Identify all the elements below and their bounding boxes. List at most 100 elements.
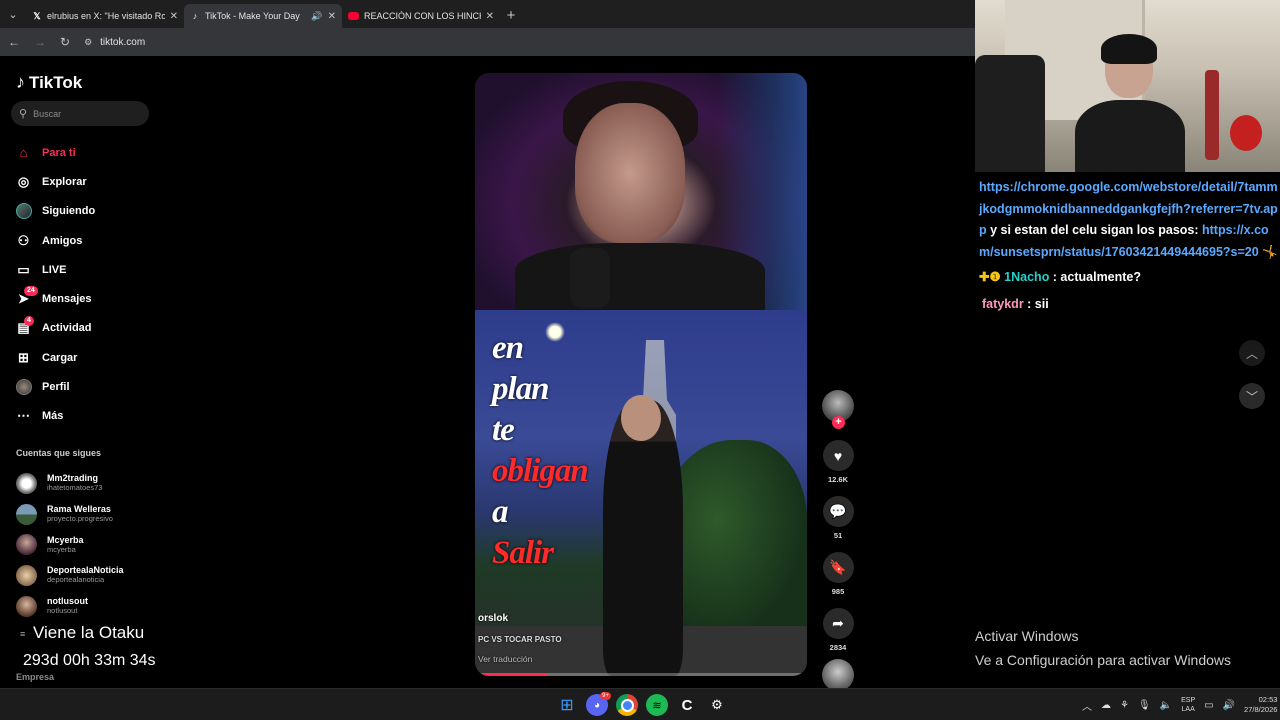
close-icon[interactable]: ✕ <box>170 11 178 22</box>
clock-date: 27/8/2026 <box>1244 705 1278 714</box>
video-progress-bar[interactable] <box>475 673 807 676</box>
close-icon[interactable]: ✕ <box>328 11 336 22</box>
sidebar-item-cargar[interactable]: ⊞ Cargar <box>15 343 95 372</box>
site-info-icon[interactable]: ⚙ <box>84 37 92 48</box>
activation-line1: Activar Windows <box>975 628 1079 644</box>
tab-tiktok[interactable]: ♪ TikTok - Make Your Day 🔊 ✕ <box>184 4 342 28</box>
following-name: Mm2trading <box>47 473 99 484</box>
windows-activation-watermark: Activar Windows Ve a Configuración para … <box>975 624 1231 672</box>
caption-line: te <box>492 412 515 448</box>
following-handle: proyecto.progresivo <box>47 514 113 524</box>
following-item[interactable]: notlusout notlusout <box>16 591 124 622</box>
clock[interactable]: 02:53 27/8/2026 <box>1244 695 1277 715</box>
following-handle: deportealanoticia <box>47 575 105 585</box>
caption-line: en <box>492 330 524 366</box>
reload-icon[interactable]: ↻ <box>60 35 70 49</box>
stream-overlay-title: Viene la Otaku <box>33 623 145 642</box>
compass-icon: ◎ <box>17 173 30 189</box>
sidebar-item-label: Explorar <box>42 175 87 188</box>
tab-title: elrubius en X: "He visitado Roc <box>47 11 165 21</box>
video-player[interactable]: en plan te obligan a Salir orslok PC VS … <box>475 73 807 676</box>
sidebar-item-perfil[interactable]: Perfil <box>15 372 95 401</box>
profile-icon <box>15 379 32 396</box>
sidebar-item-actividad[interactable]: ▤ 4 Actividad <box>15 314 95 343</box>
monitor-icon[interactable]: ▭ <box>1204 700 1213 711</box>
discord-icon[interactable]: ◕ 9+ <box>586 692 611 716</box>
tiktok-logo[interactable]: ♪ TikTok <box>16 72 82 93</box>
sidebar-item-mensajes[interactable]: ➤ 24 Mensajes <box>15 284 95 313</box>
speaker-icon[interactable]: 🔊 <box>1223 700 1235 711</box>
onedrive-icon[interactable]: ☁ <box>1101 700 1111 711</box>
comment-icon: 💬 <box>829 503 847 519</box>
new-tab-button[interactable]: + <box>500 4 522 28</box>
following-item[interactable]: Mm2trading ihatetomatoes73 <box>16 468 124 499</box>
system-tray: ︿ ☁ ⚘ 🎙 🔈 ESPLAA ▭ 🔊 02:5327/8/2026 🔔 <box>1082 689 1280 720</box>
author-avatar[interactable]: + <box>822 390 854 429</box>
chat-emote: 🤸 <box>1262 244 1278 259</box>
chat-username[interactable]: 1Nacho <box>1004 270 1049 284</box>
search-input[interactable] <box>33 108 134 119</box>
back-icon[interactable]: ← <box>8 35 20 49</box>
share-icon: ➦ <box>832 615 844 631</box>
url-field[interactable]: ⚙ tiktok.com <box>84 37 145 48</box>
like-button[interactable]: ♥ <box>822 440 854 471</box>
following-item[interactable]: Rama Welleras proyecto.progresivo <box>16 499 124 530</box>
translate-link[interactable]: Ver traducción <box>478 654 532 664</box>
close-icon[interactable]: ✕ <box>486 11 494 22</box>
volume-icon[interactable]: 🔈 <box>1160 700 1172 711</box>
sidebar-item-label: Cargar <box>42 351 78 364</box>
sidebar-item-explorar[interactable]: ◎ Explorar <box>15 167 95 196</box>
following-item[interactable]: Mcyerba mcyerba <box>16 529 124 560</box>
save-count: 985 <box>831 587 845 596</box>
forward-icon[interactable]: → <box>34 35 46 49</box>
tray-chevron-up-icon[interactable]: ︿ <box>1082 698 1092 713</box>
save-button[interactable]: 🔖 <box>822 552 854 583</box>
search-box: ⚲ <box>11 101 149 126</box>
comment-action: 💬 51 <box>821 496 855 543</box>
app-icon[interactable]: ⚙ <box>706 694 728 716</box>
sound-avatar[interactable] <box>822 659 854 691</box>
windows-start-icon[interactable]: ⊞ <box>556 694 578 716</box>
tab-search-icon[interactable]: ⌄ <box>0 0 26 28</box>
mic-icon[interactable]: 🎙 <box>1138 700 1151 711</box>
sidebar-item-para-ti[interactable]: ⌂ Para ti <box>15 138 95 167</box>
bookmark-icon: 🔖 <box>829 559 847 575</box>
tab-youtube[interactable]: REACCIÓN CON LOS HINCHAS ✕ <box>342 4 500 28</box>
sidebar-item-amigos[interactable]: ⚇ Amigos <box>15 226 95 255</box>
share-button[interactable]: ➦ <box>822 608 854 639</box>
tab-x[interactable]: 𝕏 elrubius en X: "He visitado Roc ✕ <box>26 4 184 28</box>
stream-panel: https://chrome.google.com/webstore/detai… <box>975 0 1280 688</box>
follow-plus-icon[interactable]: + <box>832 416 845 429</box>
scroll-down-button[interactable]: ﹀ <box>1239 383 1265 409</box>
chrome-icon[interactable] <box>616 694 638 716</box>
sidebar-item-mas[interactable]: ⋯ Más <box>15 402 95 431</box>
following-handle: ihatetomatoes73 <box>47 483 103 493</box>
avatar <box>16 503 37 525</box>
sidebar-item-live[interactable]: ▭ LIVE <box>15 255 95 284</box>
sidebar-item-siguiendo[interactable]: Siguiendo <box>15 197 95 226</box>
network-app-icon[interactable]: ⚘ <box>1120 700 1129 711</box>
speaker-icon[interactable]: 🔊 <box>311 11 322 22</box>
live-icon: ▭ <box>17 261 30 277</box>
following-name: DeportealaNoticia <box>47 565 124 576</box>
sidebar-item-label: Amigos <box>42 234 83 247</box>
video-scene: en plan te obligan a Salir <box>475 310 807 676</box>
stream-overlay-timer: 293d 00h 33m 34s <box>23 652 156 669</box>
like-count: 12.6K <box>827 475 848 484</box>
following-item[interactable]: DeportealaNoticia deportealanoticia <box>16 560 124 591</box>
ccleaner-icon[interactable]: C <box>676 694 698 716</box>
sidebar-footer-company[interactable]: Empresa <box>16 672 54 682</box>
scroll-up-button[interactable]: ︿ <box>1239 340 1265 366</box>
youtube-icon <box>348 12 359 20</box>
sidebar-item-label: Para ti <box>42 146 76 159</box>
chat-username[interactable]: fatykdr <box>982 297 1024 311</box>
language-indicator[interactable]: ESP LAA <box>1181 696 1195 714</box>
video-author[interactable]: orslok <box>478 613 508 624</box>
url-text: tiktok.com <box>100 36 146 48</box>
avatar <box>16 595 37 617</box>
activation-line2: Ve a Configuración para activar Windows <box>975 652 1232 668</box>
avatar <box>16 472 37 494</box>
following-list: Mm2trading ihatetomatoes73 Rama Welleras p… <box>16 468 124 621</box>
spotify-icon[interactable]: ≋ <box>646 694 668 716</box>
comment-button[interactable]: 💬 <box>822 496 854 527</box>
